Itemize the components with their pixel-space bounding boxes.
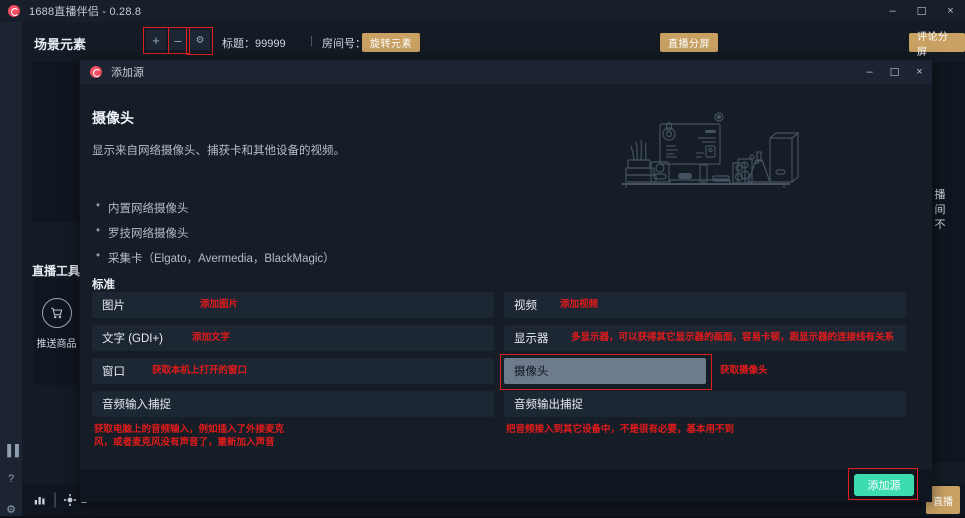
left-icon-rail: ▐▐ ? ⚙ (0, 22, 22, 516)
layers-icon[interactable]: ▐▐ (0, 442, 22, 460)
source-row-audio-output[interactable]: 音频输出捕捉 (504, 391, 906, 417)
scene-elements-title: 场景元素 (34, 34, 86, 53)
dialog-titlebar: 添加源 – ☐ × (80, 60, 932, 84)
note-text-gdi: 添加文字 (192, 331, 230, 344)
dialog-body: 摄像头 显示来自网络摄像头、捕获卡和其他设备的视频。 内置网络摄像头 罗技网络摄… (80, 84, 932, 502)
list-item: 罗技网络摄像头 (108, 225, 612, 241)
window-close-button[interactable]: × (936, 0, 965, 22)
dialog-footer: 添加源 (80, 470, 932, 502)
source-row-image[interactable]: 图片 (92, 292, 494, 318)
source-row-label: 图片 (92, 297, 125, 313)
source-row-label: 视频 (504, 297, 537, 313)
rotate-element-button[interactable]: 旋转元素 (362, 33, 420, 52)
list-item: 采集卡（Elgato，Avermedia，BlackMagic） (108, 250, 612, 266)
list-item: 内置网络摄像头 (108, 200, 612, 216)
window-titlebar: 1688直播伴侣 - 0.28.8 – ☐ × (0, 0, 965, 22)
right-side-strip (930, 62, 965, 462)
scene-preview-panel (32, 62, 79, 222)
source-row-text-gdi[interactable]: 文字 (GDI+) (92, 325, 494, 351)
note-video: 添加视频 (560, 298, 598, 311)
tool-card-push-product[interactable]: 推送商品 (34, 278, 79, 385)
window-controls: – ☐ × (878, 0, 965, 22)
source-description: 显示来自网络摄像头、捕获卡和其他设备的视频。 (92, 142, 612, 158)
source-heading: 摄像头 (92, 108, 612, 128)
stream-title-meta: 标题：99999 (222, 35, 286, 51)
right-strip-vertical-text: 播间不 (932, 188, 948, 233)
help-icon[interactable]: ? (0, 470, 22, 488)
source-row-label: 显示器 (504, 330, 549, 346)
dialog-maximize-button[interactable]: ☐ (882, 60, 907, 84)
dialog-minimize-button[interactable]: – (857, 60, 882, 84)
add-source-dialog: 添加源 – ☐ × 摄像头 显示来自网络摄像头、捕获卡和其他设备的视频。 内置网… (80, 60, 932, 502)
meta-divider: | (310, 35, 313, 47)
highlight-box-settings (186, 27, 213, 55)
dialog-close-button[interactable]: × (907, 60, 932, 84)
source-bullet-list: 内置网络摄像头 罗技网络摄像头 采集卡（Elgato，Avermedia，Bla… (92, 200, 612, 266)
highlight-box-add (143, 27, 169, 54)
source-row-label: 文字 (GDI+) (92, 330, 163, 346)
app-logo-icon (8, 5, 20, 17)
highlight-box-confirm (848, 468, 918, 500)
dialog-title: 添加源 (111, 64, 144, 80)
status-divider: | (53, 491, 57, 509)
note-image: 添加图片 (200, 298, 238, 311)
standard-section-header: 标准 (92, 276, 115, 292)
note-camera: 获取摄像头 (720, 364, 768, 377)
app-root: 1688直播伴侣 - 0.28.8 – ☐ × ▐▐ ? ⚙ 场景元素 + – … (0, 0, 965, 516)
dialog-logo-icon (90, 66, 102, 78)
source-row-label: 音频输入捕捉 (92, 396, 171, 412)
note-display: 多显示器，可以获得其它显示器的画面，容易卡顿，跟显示器的连接线有关系 (571, 331, 894, 344)
window-maximize-button[interactable]: ☐ (907, 0, 936, 22)
live-tools-header: 直播工具 (32, 262, 80, 279)
note-window: 获取本机上打开的窗口 (152, 364, 247, 377)
source-row-label: 窗口 (92, 363, 125, 379)
highlight-box-camera (500, 354, 712, 390)
stats-icon[interactable] (34, 494, 46, 506)
comment-split-button[interactable]: 评论分屏 (909, 33, 965, 52)
tool-card-label: 推送商品 (37, 335, 77, 350)
cart-icon (42, 298, 72, 328)
source-row-audio-input[interactable]: 音频输入捕捉 (92, 391, 494, 417)
live-split-button[interactable]: 直播分屏 (660, 33, 718, 52)
desk-illustration (618, 110, 823, 215)
scene-toolbar: 场景元素 + – ⚙ 标题：99999 | 房间号：1068 旋转元素 直播分屏… (22, 22, 965, 62)
source-info-panel: 摄像头 显示来自网络摄像头、捕获卡和其他设备的视频。 内置网络摄像头 罗技网络摄… (92, 108, 612, 275)
window-minimize-button[interactable]: – (878, 0, 907, 22)
dialog-window-controls: – ☐ × (857, 60, 932, 84)
note-audio-input: 获取电脑上的音频输入，例如插入了外接麦克风，或者麦克风没有声音了，重新加入声音 (94, 423, 294, 449)
note-audio-output: 把音频接入到其它设备中，不是很有必要，基本用不到 (506, 423, 734, 436)
settings-gear-icon[interactable]: ⚙ (0, 500, 22, 518)
window-title: 1688直播伴侣 - 0.28.8 (29, 3, 141, 19)
source-row-label: 音频输出捕捉 (504, 396, 583, 412)
